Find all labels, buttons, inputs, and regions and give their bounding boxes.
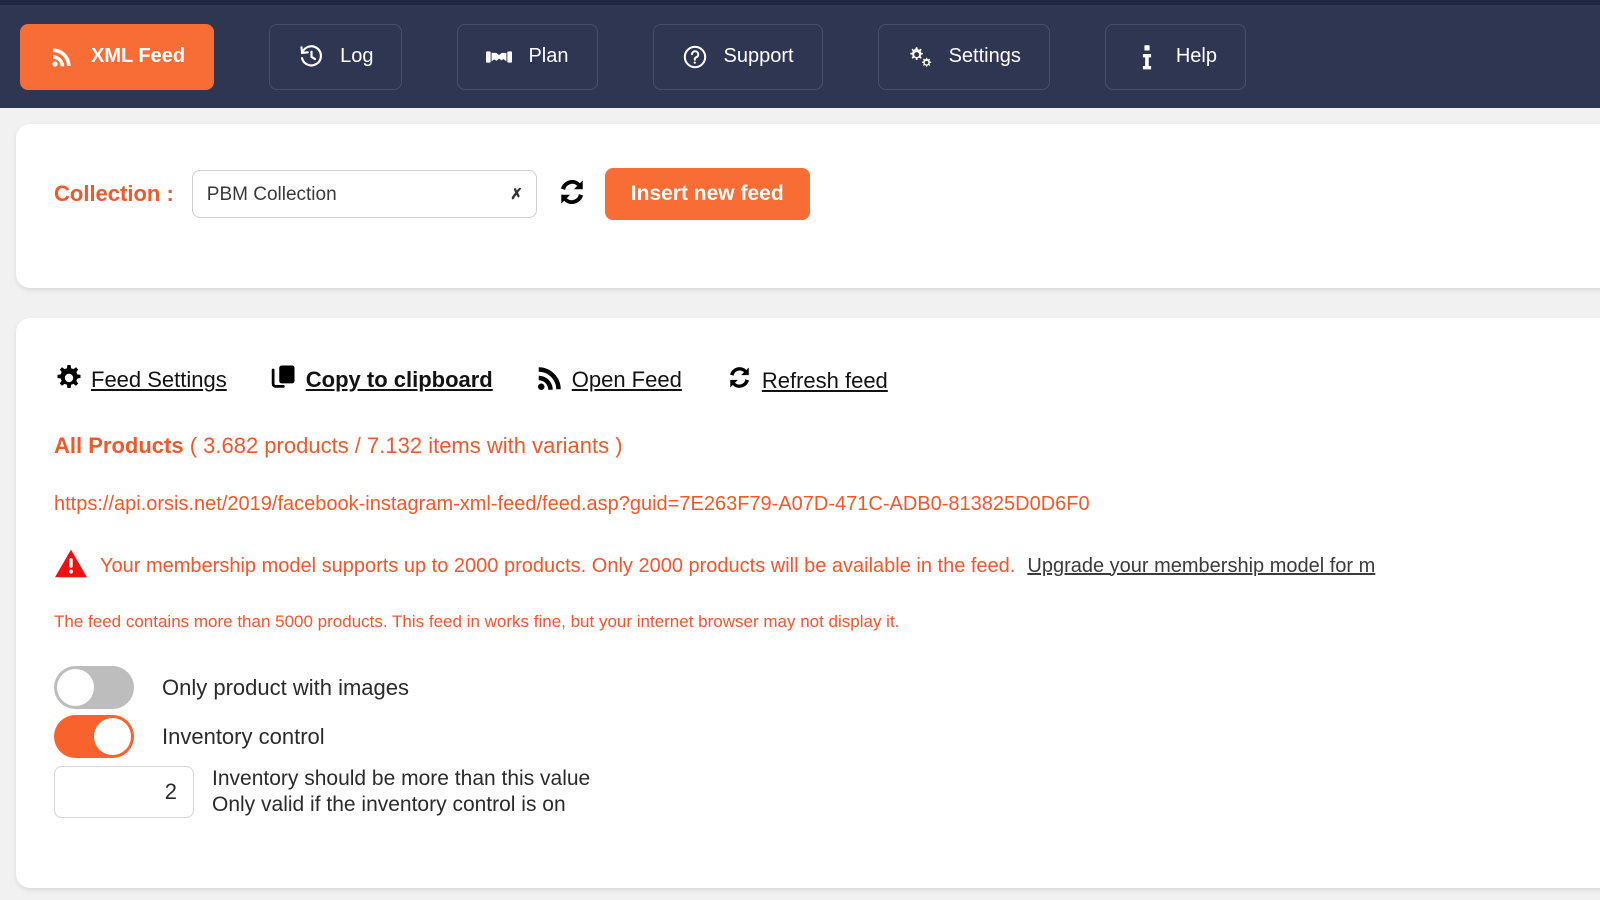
products-summary-count: ( 3.682 products / 7.132 items with vari… xyxy=(189,433,623,458)
inventory-threshold-row: Inventory should be more than this value… xyxy=(54,766,1600,819)
question-circle-icon xyxy=(682,44,708,70)
products-summary: All Products ( 3.682 products / 7.132 it… xyxy=(54,433,1600,459)
feed-toolbar-label: Copy to clipboard xyxy=(305,367,493,393)
nav-item-log[interactable]: Log xyxy=(269,23,403,90)
nav-item-label: Log xyxy=(340,45,374,67)
inventory-desc-line-2: Only valid if the inventory control is o… xyxy=(212,793,566,817)
refresh-icon xyxy=(554,174,590,215)
clipboard-copy-icon xyxy=(269,363,299,393)
handshake-icon xyxy=(486,44,513,70)
feed-size-notice: The feed contains more than 5000 product… xyxy=(54,612,900,631)
inventory-desc-line-1: Inventory should be more than this value xyxy=(212,767,591,790)
toggle-label: Only product with images xyxy=(162,674,409,700)
nav-item-label: Plan xyxy=(528,45,569,67)
feed-toolbar-label: Open Feed xyxy=(571,367,682,393)
nav-item-support[interactable]: Support xyxy=(652,23,823,90)
collection-row: Collection : PBM Collection ✗ Insert new… xyxy=(54,168,1600,220)
feed-toolbar: Feed Settings Copy to clipboard Open Fee… xyxy=(54,362,1600,393)
insert-new-feed-button[interactable]: Insert new feed xyxy=(604,168,810,220)
open-feed-link[interactable]: Open Feed xyxy=(535,363,682,393)
membership-warning-text: Your membership model supports up to 200… xyxy=(100,554,1016,577)
nav-item-settings[interactable]: Settings xyxy=(877,23,1050,90)
toggle-only-product-with-images[interactable] xyxy=(54,666,134,709)
toggle-knob xyxy=(57,669,94,706)
nav-item-plan[interactable]: Plan xyxy=(457,23,598,90)
rss-icon xyxy=(535,363,565,393)
toggle-row-inventory-control: Inventory control xyxy=(54,715,1600,758)
collection-select[interactable]: PBM Collection xyxy=(191,170,537,218)
feed-toolbar-label: Feed Settings xyxy=(91,367,227,393)
toggle-knob xyxy=(94,718,131,755)
warning-triangle-icon xyxy=(54,548,88,584)
membership-warning: Your membership model supports up to 200… xyxy=(54,548,1600,584)
products-summary-title: All Products xyxy=(54,433,184,458)
nav-item-label: Settings xyxy=(948,45,1021,67)
feed-settings-link[interactable]: Feed Settings xyxy=(54,363,227,393)
toggle-label: Inventory control xyxy=(162,723,325,749)
gears-icon xyxy=(907,44,933,70)
collection-select-wrapper: PBM Collection ✗ xyxy=(191,170,537,218)
nav-item-xml-feed[interactable]: XML Feed xyxy=(20,23,215,90)
inventory-threshold-description: Inventory should be more than this value… xyxy=(212,766,590,819)
toggle-inventory-control[interactable] xyxy=(54,715,134,758)
nav-item-label: Support xyxy=(723,45,794,67)
nav-item-label: XML Feed xyxy=(91,45,186,67)
info-icon xyxy=(1134,44,1160,70)
collection-label: Collection : xyxy=(54,181,174,206)
toggle-row-only-product-with-images: Only product with images xyxy=(54,666,1600,709)
collection-card: Collection : PBM Collection ✗ Insert new… xyxy=(16,124,1600,288)
feed-card: Feed Settings Copy to clipboard Open Fee… xyxy=(16,318,1600,888)
nav-item-help[interactable]: Help xyxy=(1104,23,1246,90)
copy-to-clipboard-link[interactable]: Copy to clipboard xyxy=(269,363,493,393)
rss-icon xyxy=(49,44,75,70)
refresh-collection-button[interactable] xyxy=(553,175,591,213)
gear-icon xyxy=(54,363,84,393)
history-icon xyxy=(298,44,324,70)
nav-item-label: Help xyxy=(1175,45,1217,67)
feed-toolbar-label: Refresh feed xyxy=(761,367,888,393)
refresh-feed-link[interactable]: Refresh feed xyxy=(724,362,888,393)
feed-url[interactable]: https://api.orsis.net/2019/facebook-inst… xyxy=(54,493,1600,516)
inventory-threshold-input[interactable] xyxy=(54,766,194,819)
main-navigation: XML Feed Log Plan Support Settings Help xyxy=(0,5,1600,108)
refresh-icon xyxy=(724,362,755,393)
upgrade-membership-link[interactable]: Upgrade your membership model for m xyxy=(1027,555,1375,578)
